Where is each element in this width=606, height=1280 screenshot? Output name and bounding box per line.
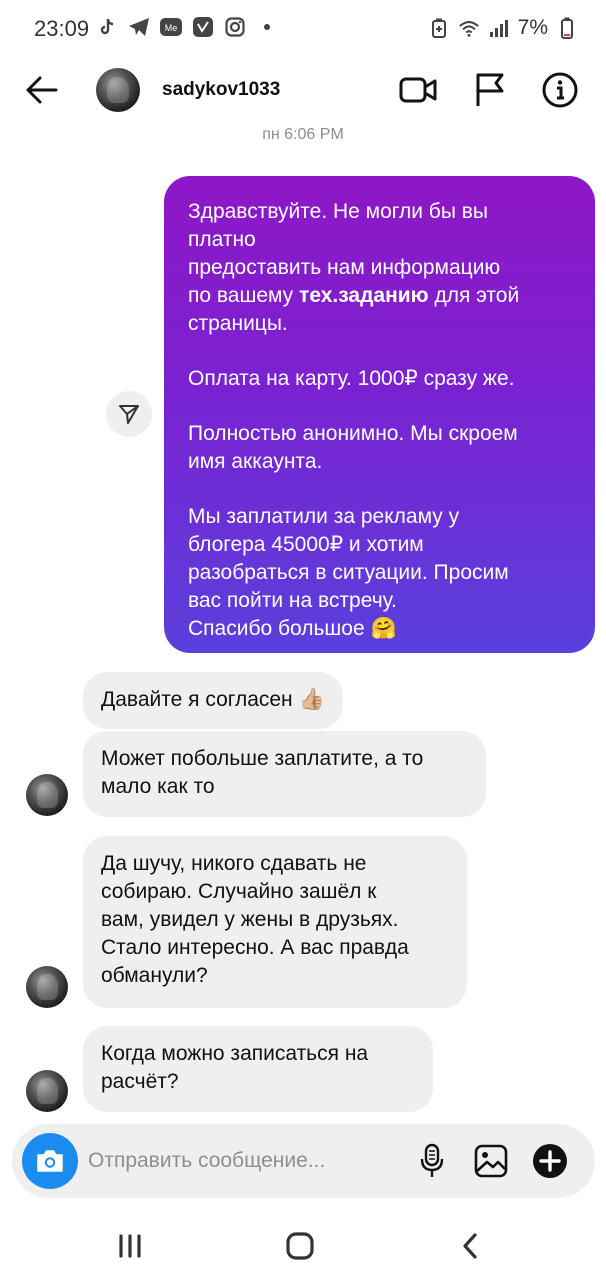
flag-icon bbox=[476, 73, 504, 106]
video-call-button[interactable] bbox=[398, 70, 438, 110]
camera-button[interactable] bbox=[22, 1133, 78, 1189]
message-line: Полностью анонимно. Мы скроем bbox=[188, 422, 518, 445]
chevron-left-icon bbox=[463, 1233, 477, 1259]
incoming-message[interactable]: Когда можно записаться на расчёт? bbox=[83, 1026, 433, 1112]
message-line: Может побольше заплатите, а то bbox=[101, 747, 424, 770]
sender-avatar[interactable] bbox=[26, 966, 68, 1008]
share-message-button[interactable] bbox=[106, 391, 152, 437]
message-line: страницы. bbox=[188, 312, 288, 335]
chat-header: sadykov1033 bbox=[0, 56, 606, 126]
info-button[interactable] bbox=[540, 70, 580, 110]
camera-icon bbox=[37, 1150, 63, 1172]
message-line: Оплата на карту. 1000₽ сразу же. bbox=[188, 367, 515, 390]
dot-icon bbox=[256, 16, 278, 38]
gallery-button[interactable] bbox=[471, 1141, 511, 1181]
message-line: платно bbox=[188, 228, 256, 251]
message-text: Давайте я согласен 👍🏼 bbox=[101, 688, 325, 711]
telegram-icon bbox=[128, 16, 150, 38]
plus-circle-icon bbox=[533, 1144, 567, 1178]
send-icon bbox=[119, 405, 139, 424]
message-timestamp: пн 6:06 PM bbox=[262, 126, 344, 143]
status-system-icons: 7% bbox=[428, 16, 578, 40]
incoming-message[interactable]: Давайте я согласен 👍🏼 bbox=[83, 672, 343, 729]
status-bar: 23:09 Me 7% bbox=[0, 0, 606, 56]
message-line: Спасибо большое 🤗 bbox=[188, 617, 397, 640]
recent-apps-icon bbox=[119, 1234, 141, 1258]
battery-saver-icon bbox=[428, 17, 450, 39]
message-line: Да шучу, никого сдавать не bbox=[101, 852, 367, 875]
message-line: Стало интересно. А вас правда bbox=[101, 936, 409, 959]
svg-text:Me: Me bbox=[165, 23, 178, 33]
incoming-message[interactable]: Может побольше заплатите, а то мало как … bbox=[83, 731, 486, 817]
instagram-icon bbox=[224, 16, 246, 38]
info-icon bbox=[542, 72, 578, 108]
tiktok-icon bbox=[96, 16, 118, 38]
back-button[interactable] bbox=[22, 70, 62, 110]
arrow-left-icon bbox=[26, 76, 58, 104]
message-line: вас пойти на встречу. bbox=[188, 589, 397, 612]
message-line: собираю. Случайно зашёл к bbox=[101, 880, 377, 903]
message-line: мало как то bbox=[101, 775, 215, 798]
home-icon bbox=[286, 1232, 314, 1260]
more-options-button[interactable] bbox=[530, 1141, 570, 1181]
home-button[interactable] bbox=[276, 1224, 324, 1268]
message-composer bbox=[12, 1124, 595, 1198]
sender-avatar[interactable] bbox=[26, 774, 68, 816]
wifi-icon bbox=[458, 17, 480, 39]
message-line: вам, увидел у жены в друзьях. bbox=[101, 908, 399, 931]
vk-icon bbox=[192, 16, 214, 38]
message-line: обманули? bbox=[101, 964, 208, 987]
message-line: разобраться в ситуации. Просим bbox=[188, 561, 509, 584]
battery-percent: 7% bbox=[517, 16, 548, 39]
report-button[interactable] bbox=[470, 70, 510, 110]
message-line: имя аккаунта. bbox=[188, 450, 323, 473]
image-icon bbox=[474, 1144, 508, 1178]
system-nav-bar bbox=[0, 1212, 606, 1280]
message-line: блогера 45000₽ и хотим bbox=[188, 533, 424, 556]
sender-avatar[interactable] bbox=[26, 1070, 68, 1112]
message-line: Мы заплатили за рекламу у bbox=[188, 505, 460, 528]
signal-icon bbox=[488, 17, 510, 39]
video-call-icon bbox=[399, 77, 437, 103]
status-notification-icons: Me bbox=[96, 16, 278, 38]
incoming-message[interactable]: Да шучу, никого сдавать не собираю. Случ… bbox=[83, 836, 467, 1008]
outgoing-message[interactable]: Здравствуйте. Не могли бы вы платно пред… bbox=[164, 176, 595, 653]
message-line: Когда можно записаться на bbox=[101, 1042, 369, 1065]
contact-avatar[interactable] bbox=[96, 68, 140, 112]
message-input[interactable] bbox=[88, 1146, 388, 1176]
battery-icon bbox=[556, 17, 578, 39]
message-line: предоставить нам информацию bbox=[188, 256, 501, 279]
status-time: 23:09 bbox=[34, 16, 90, 41]
message-line: по вашему тех.заданию для этой bbox=[188, 284, 520, 307]
system-back-button[interactable] bbox=[446, 1224, 494, 1268]
voice-message-button[interactable] bbox=[412, 1141, 452, 1181]
bold-text: тех.заданию bbox=[299, 284, 429, 307]
recent-apps-button[interactable] bbox=[106, 1224, 154, 1268]
contact-username[interactable]: sadykov1033 bbox=[162, 79, 280, 101]
microphone-icon bbox=[420, 1143, 444, 1177]
vk-messenger-icon: Me bbox=[160, 16, 182, 38]
message-line: расчёт? bbox=[101, 1070, 179, 1093]
message-line: Здравствуйте. Не могли бы вы bbox=[188, 200, 489, 223]
